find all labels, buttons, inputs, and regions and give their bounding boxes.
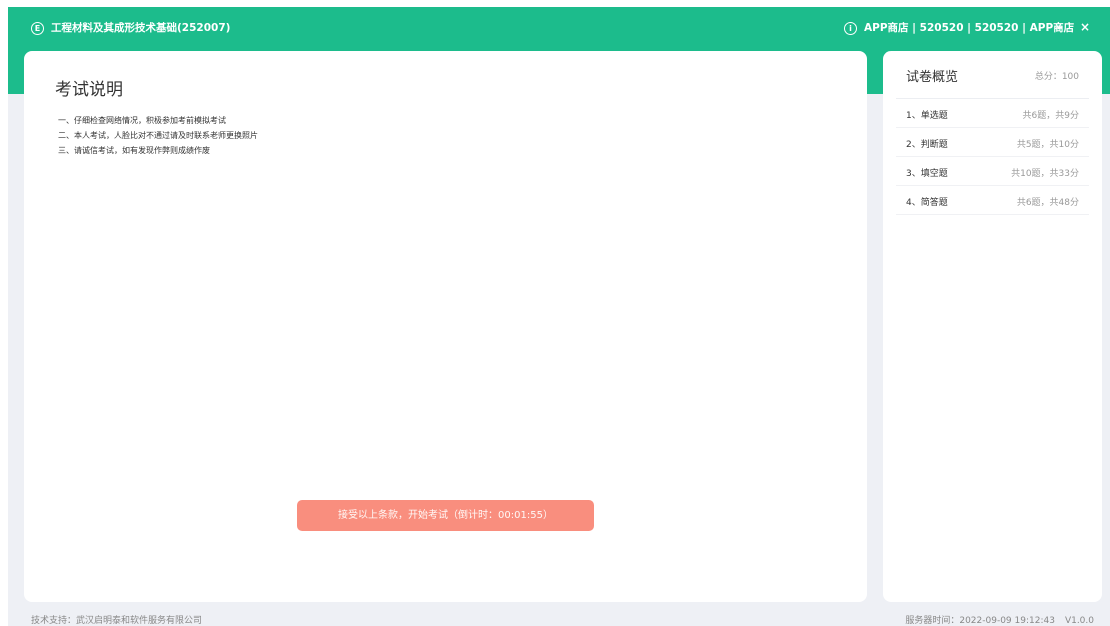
section-info: 共10题，共33分 — [1011, 169, 1079, 179]
section-list: 1、单选题 共6题，共9分 2、判断题 共5题，共10分 3、填空题 共10题，… — [896, 99, 1089, 215]
section-info: 共6题，共9分 — [1022, 111, 1079, 121]
section-item-true-false[interactable]: 2、判断题 共5题，共10分 — [896, 128, 1089, 157]
page-title: 考试说明 — [55, 80, 123, 100]
user-icon: i — [844, 22, 857, 35]
rule-item: 三、请诚信考试，如有发现作弊则成绩作废 — [58, 146, 210, 155]
overview-panel: 试卷概览 总分：100 1、单选题 共6题，共9分 2、判断题 共5题，共10分… — [883, 51, 1102, 602]
start-exam-button[interactable]: 接受以上条款，开始考试（倒计时：00:01:55） — [297, 500, 594, 531]
version-label: V1.0.0 — [1064, 616, 1094, 626]
tech-support: 技术支持：武汉启明泰和软件服务有限公司 — [31, 616, 203, 626]
rules-list: 一、仔细检查网络情况，积极参加考前模拟考试 二、本人考试，人脸比对不通过请及时联… — [58, 113, 258, 158]
user-info: APP商店 | 520520 | 520520 | APP商店 — [864, 22, 1075, 34]
exam-logo-icon: E — [31, 22, 44, 35]
app-window: E 工程材料及其成形技术基础(252007) i APP商店 | 520520 … — [8, 7, 1110, 626]
server-time: 服务器时间：2022-09-09 19:12:43 — [905, 616, 1055, 626]
footer-status: 服务器时间：2022-09-09 19:12:43 V1.0.0 — [905, 613, 1094, 626]
overview-title: 试卷概览 — [906, 70, 959, 85]
section-info: 共5题，共10分 — [1016, 140, 1079, 150]
instructions-panel: 考试说明 一、仔细检查网络情况，积极参加考前模拟考试 二、本人考试，人脸比对不通… — [24, 51, 867, 602]
close-button[interactable]: × — [1080, 20, 1090, 34]
section-name: 1、单选题 — [906, 111, 948, 121]
section-item-single-choice[interactable]: 1、单选题 共6题，共9分 — [896, 99, 1089, 128]
section-item-short-answer[interactable]: 4、简答题 共6题，共48分 — [896, 186, 1089, 215]
minimize-button[interactable]: – — [1057, 20, 1063, 34]
section-item-fill-blank[interactable]: 3、填空题 共10题，共33分 — [896, 157, 1089, 186]
section-name: 3、填空题 — [906, 169, 948, 179]
rule-item: 一、仔细检查网络情况，积极参加考前模拟考试 — [58, 116, 226, 125]
section-name: 4、简答题 — [906, 198, 948, 208]
section-name: 2、判断题 — [906, 140, 948, 150]
section-info: 共6题，共48分 — [1016, 198, 1079, 208]
app-title: 工程材料及其成形技术基础(252007) — [51, 22, 231, 34]
rule-item: 二、本人考试，人脸比对不通过请及时联系老师更换照片 — [58, 131, 258, 140]
title-bar: E 工程材料及其成形技术基础(252007) i APP商店 | 520520 … — [8, 7, 1110, 50]
total-score: 总分：100 — [1034, 72, 1079, 82]
